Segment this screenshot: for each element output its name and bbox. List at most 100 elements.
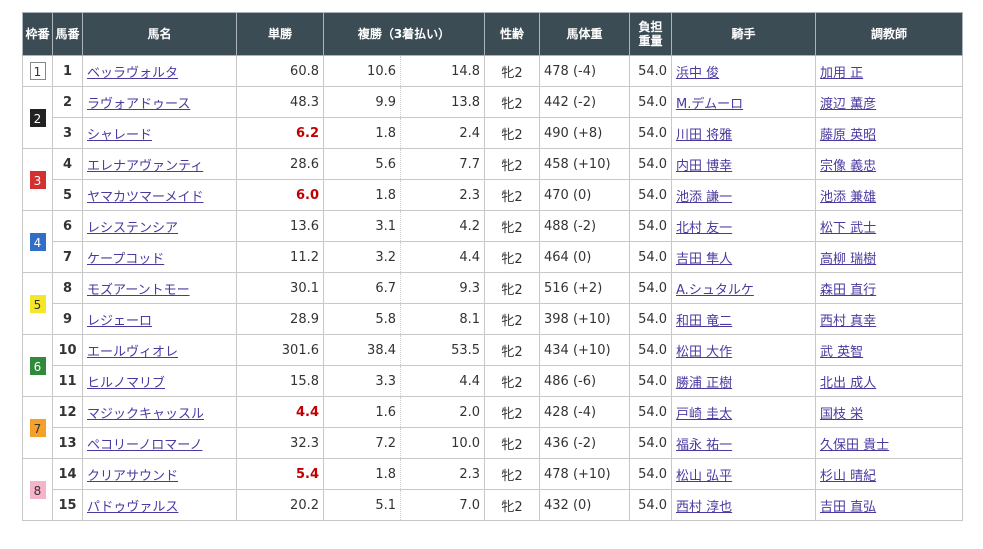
burden-weight: 54.0: [629, 86, 673, 118]
jockey-cell: 松田 大作: [671, 334, 817, 366]
trainer-link[interactable]: 西村 真幸: [820, 314, 876, 329]
body-weight: 458 (+10): [539, 148, 631, 180]
win-odds: 20.2: [236, 489, 324, 521]
jockey-link[interactable]: 戸崎 圭太: [676, 407, 732, 422]
horse-name-link[interactable]: レジェーロ: [87, 314, 152, 329]
horse-name-link[interactable]: マジックキャッスル: [87, 407, 204, 422]
trainer-cell: 池添 兼雄: [815, 179, 964, 211]
jockey-link[interactable]: 勝浦 正樹: [676, 376, 732, 391]
place-odds-high: 7.0: [399, 489, 486, 521]
jockey-link[interactable]: 内田 博幸: [676, 159, 732, 174]
table-row: 5 8 モズアーントモー 30.1 6.7 9.3 牝2 516 (+2) 54.0 A.シュタル…: [22, 272, 964, 335]
sex-age: 牝2: [484, 148, 541, 180]
sex-age: 牝2: [484, 179, 541, 211]
win-odds: 48.3: [236, 86, 324, 118]
odds-table: 枠番 馬番 馬名 単勝 複勝（3着払い） 性齢 馬体重 負担 重量 騎手 調教師 …: [22, 12, 964, 521]
trainer-link[interactable]: 加用 正: [820, 66, 863, 81]
horse-name-link[interactable]: ベッラヴォルタ: [87, 66, 178, 81]
horse-name-link[interactable]: ケープコッド: [87, 252, 164, 267]
place-odds-high: 4.4: [399, 241, 486, 273]
win-odds: 11.2: [236, 241, 324, 273]
horse-name-link[interactable]: ペコリーノロマーノ: [87, 438, 202, 453]
place-odds-low: 3.1: [323, 210, 401, 242]
horse-name-link[interactable]: ヒルノマリブ: [87, 376, 165, 391]
trainer-cell: 松下 武士: [815, 210, 964, 242]
horse-name-link[interactable]: レシステンシア: [87, 221, 178, 236]
body-weight: 478 (+10): [539, 458, 631, 490]
jockey-cell: 浜中 俊: [671, 55, 817, 87]
burden-weight: 54.0: [629, 334, 673, 366]
jockey-link[interactable]: 和田 竜二: [676, 314, 732, 329]
horse-name-cell: エールヴィオレ: [82, 334, 237, 366]
trainer-link[interactable]: 国枝 栄: [820, 407, 863, 422]
horse-name-link[interactable]: パドゥヴァルス: [87, 500, 178, 515]
win-odds: 13.6: [236, 210, 324, 242]
horse-name-link[interactable]: ヤマカツマーメイド: [87, 190, 203, 205]
place-odds-high: 2.3: [399, 179, 486, 211]
odds-table-container: 枠番 馬番 馬名 単勝 複勝（3着払い） 性齢 馬体重 負担 重量 騎手 調教師 …: [22, 12, 964, 521]
horse-number: 2: [52, 86, 83, 118]
trainer-link[interactable]: 池添 兼雄: [820, 190, 876, 205]
trainer-cell: 北出 成人: [815, 365, 964, 397]
trainer-link[interactable]: 杉山 晴紀: [820, 469, 876, 484]
horse-number: 15: [52, 489, 83, 521]
body-weight: 398 (+10): [539, 303, 631, 335]
win-odds: 28.9: [236, 303, 324, 335]
win-odds: 6.0: [236, 179, 324, 211]
place-odds-low: 10.6: [323, 55, 401, 87]
jockey-cell: 西村 淳也: [671, 489, 817, 521]
horse-name-link[interactable]: モズアーントモー: [87, 283, 190, 298]
jockey-link[interactable]: 松山 弘平: [676, 469, 732, 484]
header-burden-line2: 重量: [638, 34, 663, 48]
trainer-link[interactable]: 渡辺 薫彦: [820, 97, 876, 112]
horse-name-link[interactable]: ラヴォアドゥース: [87, 97, 190, 112]
horse-number: 4: [52, 148, 83, 180]
place-odds-low: 1.8: [323, 117, 401, 149]
horse-name-cell: モズアーントモー: [82, 272, 237, 304]
jockey-link[interactable]: 川田 将雅: [676, 128, 732, 143]
jockey-link[interactable]: A.シュタルケ: [676, 283, 754, 298]
horse-name-link[interactable]: シャレード: [87, 128, 152, 143]
horse-name-link[interactable]: エレナアヴァンティ: [87, 159, 203, 174]
table-row: 15 パドゥヴァルス 20.2 5.1 7.0 牝2 432 (0) 54.0 西村 淳也 吉田 …: [23, 489, 964, 521]
win-odds: 28.6: [236, 148, 324, 180]
trainer-link[interactable]: 松下 武士: [820, 221, 876, 236]
header-place-odds: 複勝（3着払い）: [322, 12, 486, 56]
horse-name-link[interactable]: エールヴィオレ: [87, 345, 178, 360]
place-odds-low: 38.4: [323, 334, 401, 366]
trainer-cell: 杉山 晴紀: [815, 458, 964, 490]
jockey-link[interactable]: 西村 淳也: [676, 500, 732, 515]
horse-name-cell: マジックキャッスル: [82, 396, 237, 428]
table-row: 6 10 エールヴィオレ 301.6 38.4 53.5 牝2 434 (+10) 54.0 松田…: [22, 334, 964, 397]
jockey-link[interactable]: 浜中 俊: [676, 66, 719, 81]
trainer-link[interactable]: 森田 直行: [820, 283, 876, 298]
trainer-link[interactable]: 宗像 義忠: [820, 159, 876, 174]
jockey-link[interactable]: 福永 祐一: [676, 438, 732, 453]
jockey-link[interactable]: 松田 大作: [676, 345, 732, 360]
sex-age: 牝2: [484, 303, 541, 335]
waku-badge: 2: [29, 108, 46, 127]
jockey-link[interactable]: 北村 友一: [676, 221, 732, 236]
body-weight: 434 (+10): [539, 334, 631, 366]
horse-number: 6: [52, 210, 83, 242]
place-odds-high: 2.0: [399, 396, 486, 428]
header-waku: 枠番: [22, 12, 53, 56]
header-trainer: 調教師: [815, 12, 964, 56]
header-win-odds: 単勝: [236, 12, 324, 56]
trainer-link[interactable]: 吉田 直弘: [820, 500, 876, 515]
jockey-link[interactable]: 吉田 隼人: [676, 252, 732, 267]
jockey-cell: 和田 竜二: [671, 303, 817, 335]
trainer-link[interactable]: 藤原 英昭: [820, 128, 876, 143]
trainer-cell: 藤原 英昭: [815, 117, 964, 149]
trainer-link[interactable]: 高柳 瑞樹: [820, 252, 876, 267]
trainer-link[interactable]: 北出 成人: [820, 376, 876, 391]
jockey-link[interactable]: M.デムーロ: [676, 97, 743, 112]
trainer-link[interactable]: 久保田 貴士: [820, 438, 889, 453]
horse-number: 7: [52, 241, 83, 273]
table-row: 7 ケープコッド 11.2 3.2 4.4 牝2 464 (0) 54.0 吉田 隼人 高柳 瑞樹: [23, 241, 964, 273]
trainer-link[interactable]: 武 英智: [820, 345, 863, 360]
header-horse-name: 馬名: [82, 12, 237, 56]
horse-name-link[interactable]: クリアサウンド: [87, 469, 178, 484]
jockey-link[interactable]: 池添 謙一: [676, 190, 732, 205]
body-weight: 488 (-2): [539, 210, 631, 242]
